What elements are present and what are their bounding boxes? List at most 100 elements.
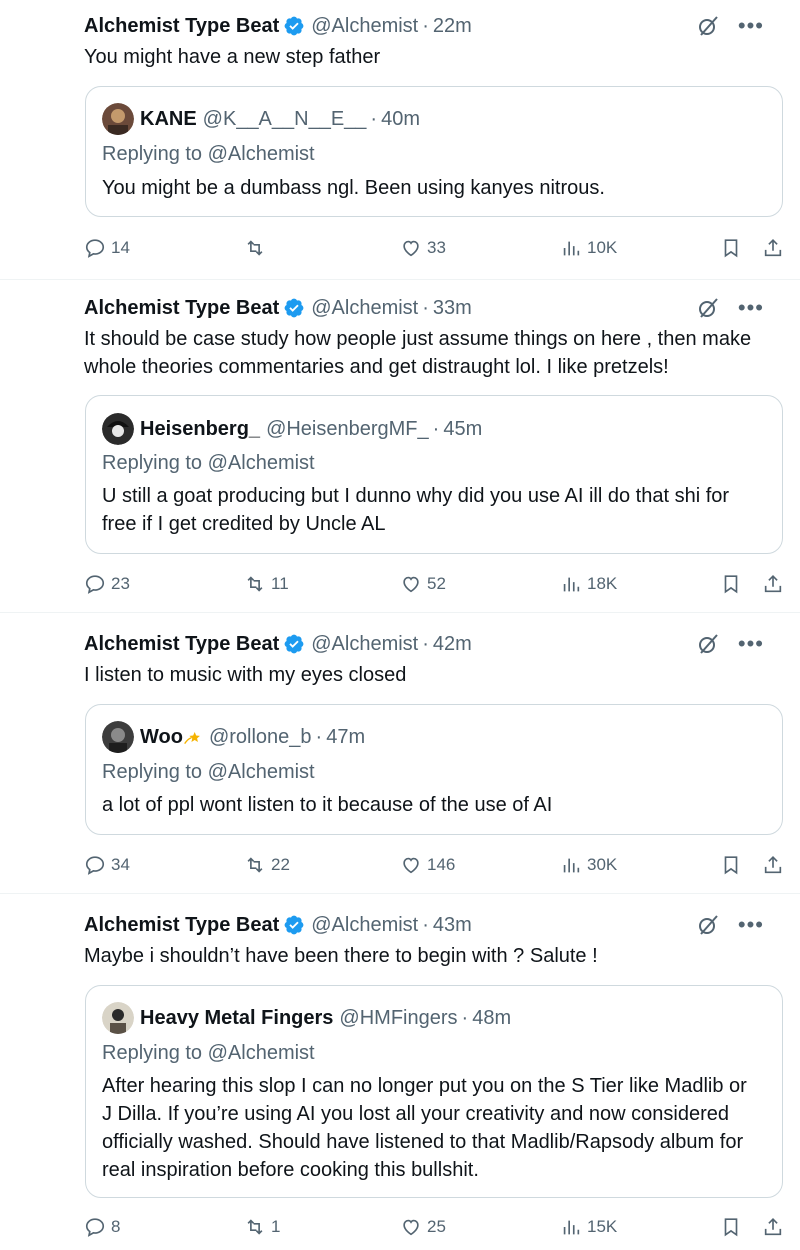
quote-header: Woo @rollone_b · 47m — [102, 721, 766, 753]
share-button[interactable] — [762, 1212, 784, 1242]
action-bar: 14 33 10K — [84, 233, 784, 263]
avatar[interactable] — [102, 1002, 134, 1034]
quote-author-name[interactable]: Heavy Metal Fingers — [140, 1007, 333, 1030]
share-button[interactable] — [762, 569, 784, 599]
quote-author-handle[interactable]: @rollone_b — [209, 726, 312, 749]
bookmark-icon — [724, 1218, 738, 1237]
more-icon[interactable]: ••• — [738, 633, 764, 655]
repost-count: 1 — [271, 1217, 281, 1236]
replying-to[interactable]: Replying to @Alchemist — [102, 761, 315, 784]
quote-author-handle[interactable]: @HeisenbergMF_ — [266, 418, 429, 441]
quote-author-handle[interactable]: @K__A__N__E__ — [203, 108, 367, 131]
like-button[interactable]: 33 — [400, 233, 446, 263]
verified-badge-icon — [284, 634, 304, 654]
header-actions: ••• — [696, 13, 764, 39]
post-header: Alchemist Type Beat @Alchemist · 42m ••• — [84, 631, 780, 657]
quote-author-name[interactable]: Woo — [140, 726, 183, 749]
like-button[interactable]: 52 — [400, 569, 446, 599]
more-icon[interactable]: ••• — [738, 15, 764, 37]
reply-count: 23 — [111, 574, 130, 593]
quote-author-handle[interactable]: @HMFingers — [339, 1007, 457, 1030]
quoted-post[interactable]: Heavy Metal Fingers @HMFingers · 48m Rep… — [85, 985, 783, 1198]
verified-badge-icon — [284, 16, 304, 36]
post-header: Alchemist Type Beat @Alchemist · 22m ••• — [84, 13, 780, 39]
author-name[interactable]: Alchemist Type Beat — [84, 914, 279, 937]
quoted-post[interactable]: KANE @K__A__N__E__ · 40m Replying to @Al… — [85, 86, 783, 217]
views-button[interactable]: 30K — [560, 850, 617, 880]
verified-badge-icon — [284, 915, 304, 935]
replying-to[interactable]: Replying to @Alchemist — [102, 452, 315, 475]
reply-count: 34 — [111, 855, 130, 874]
header-actions: ••• — [696, 631, 764, 657]
bookmark-button[interactable] — [720, 1212, 742, 1242]
quote-author-name[interactable]: KANE — [140, 108, 197, 131]
reply-count: 8 — [111, 1217, 121, 1236]
avatar[interactable] — [102, 413, 134, 445]
share-button[interactable] — [762, 850, 784, 880]
share-button[interactable] — [762, 233, 784, 263]
bookmark-button[interactable] — [720, 233, 742, 263]
view-count: 15K — [587, 1217, 618, 1236]
post-text: Maybe i shouldn’t have been there to beg… — [84, 945, 598, 967]
avatar[interactable] — [102, 721, 134, 753]
repost-count: 11 — [271, 574, 289, 593]
reply-button[interactable]: 23 — [84, 569, 130, 599]
reply-button[interactable]: 14 — [84, 233, 130, 263]
separator-dot: · — [432, 417, 440, 440]
views-button[interactable]: 10K — [560, 233, 617, 263]
author-handle[interactable]: @Alchemist — [311, 914, 418, 937]
repost-button[interactable]: 22 — [244, 850, 290, 880]
views-button[interactable]: 15K — [560, 1212, 617, 1242]
bookmark-button[interactable] — [720, 850, 742, 880]
like-button[interactable]: 25 — [400, 1212, 446, 1242]
views-button[interactable]: 18K — [560, 569, 617, 599]
action-bar: 23 11 52 18K — [84, 569, 784, 599]
like-count: 33 — [427, 238, 446, 257]
author-handle[interactable]: @Alchemist — [311, 297, 418, 320]
reply-button[interactable]: 34 — [84, 850, 130, 880]
quoted-post[interactable]: Woo @rollone_b · 47m Replying to @Alchem… — [85, 704, 783, 835]
verified-badge-icon — [284, 298, 304, 318]
share-icon — [764, 856, 782, 874]
grok-icon[interactable] — [696, 14, 720, 38]
repost-count: 22 — [271, 855, 290, 874]
post-time[interactable]: 43m — [433, 914, 472, 937]
views-icon — [563, 1220, 580, 1235]
bookmark-icon — [724, 575, 738, 594]
quote-header: Heavy Metal Fingers @HMFingers · 48m — [102, 1002, 766, 1034]
reply-button[interactable]: 8 — [84, 1212, 120, 1242]
post-time[interactable]: 33m — [433, 297, 472, 320]
quoted-post[interactable]: Heisenberg_ @HeisenbergMF_ · 45m Replyin… — [85, 395, 783, 554]
quote-text: U still a goat producing but I dunno why… — [102, 485, 730, 535]
post-time[interactable]: 22m — [433, 15, 472, 38]
bookmark-button[interactable] — [720, 569, 742, 599]
quote-time: 48m — [472, 1006, 512, 1029]
more-icon[interactable]: ••• — [738, 297, 764, 319]
author-name[interactable]: Alchemist Type Beat — [84, 297, 279, 320]
quote-header: KANE @K__A__N__E__ · 40m — [102, 103, 766, 135]
quote-text: You might be a dumbass ngl. Been using k… — [102, 177, 605, 199]
separator-dot: · — [422, 913, 429, 936]
replying-to[interactable]: Replying to @Alchemist — [102, 143, 315, 166]
separator-dot: · — [370, 107, 378, 130]
like-button[interactable]: 146 — [400, 850, 455, 880]
quote-author-name[interactable]: Heisenberg_ — [140, 418, 260, 441]
quote-text: a lot of ppl wont listen to it because o… — [102, 794, 553, 816]
repost-icon — [247, 240, 263, 256]
author-name[interactable]: Alchemist Type Beat — [84, 15, 279, 38]
repost-button[interactable]: 1 — [244, 1212, 280, 1242]
author-handle[interactable]: @Alchemist — [311, 633, 418, 656]
repost-button[interactable]: 11 — [244, 569, 289, 599]
more-icon[interactable]: ••• — [738, 914, 764, 936]
grok-icon[interactable] — [696, 913, 720, 937]
share-icon — [764, 239, 782, 257]
post-time[interactable]: 42m — [433, 633, 472, 656]
repost-button[interactable] — [244, 233, 271, 263]
author-handle[interactable]: @Alchemist — [311, 15, 418, 38]
avatar[interactable] — [102, 103, 134, 135]
grok-icon[interactable] — [696, 632, 720, 656]
grok-icon[interactable] — [696, 296, 720, 320]
author-name[interactable]: Alchemist Type Beat — [84, 633, 279, 656]
quote-time: 40m — [381, 107, 420, 130]
replying-to[interactable]: Replying to @Alchemist — [102, 1042, 315, 1065]
